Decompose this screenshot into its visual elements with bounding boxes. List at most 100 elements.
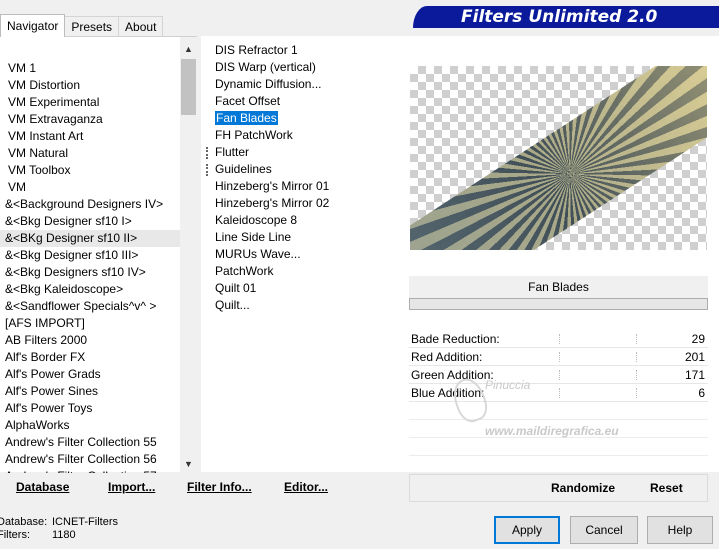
fan-blades-shading	[410, 66, 707, 250]
parameter-value: 6	[698, 386, 705, 400]
category-item[interactable]: Alf's Power Toys	[0, 400, 180, 417]
filter-item-label: Facet Offset	[215, 94, 281, 108]
reset-button[interactable]: Reset	[650, 481, 683, 495]
category-item[interactable]: VM Instant Art	[0, 128, 180, 145]
filter-item[interactable]: Hinzeberg's Mirror 01	[201, 178, 403, 195]
category-item[interactable]: Alf's Power Sines	[0, 383, 180, 400]
filter-item[interactable]: Facet Offset	[201, 93, 403, 110]
filter-item-label: Quilt 01	[215, 281, 257, 295]
app-banner: Filters Unlimited 2.0	[413, 6, 719, 28]
filter-item[interactable]: Quilt 01	[201, 280, 403, 297]
filter-item[interactable]: PatchWork	[201, 263, 403, 280]
watermark-name: Pinuccia	[485, 378, 531, 392]
tab-presets[interactable]: Presets	[64, 16, 120, 36]
filters-unlimited-window: Navigator Presets About Filters Unlimite…	[0, 0, 719, 549]
filter-item-label: PatchWork	[215, 264, 274, 278]
category-item[interactable]: &<Bkg Designer sf10 I>	[0, 213, 180, 230]
filter-progress-bar	[409, 298, 708, 310]
database-label: Database:	[0, 516, 48, 528]
category-item[interactable]: Andrew's Filter Collection 56	[0, 451, 180, 468]
apply-button[interactable]: Apply	[494, 516, 560, 544]
slider-tick	[636, 352, 637, 362]
empty-parameter-row	[409, 456, 708, 474]
parameter-row[interactable]: Red Addition: 201	[409, 348, 708, 366]
parameter-list: Bade Reduction: 29 Red Addition: 201 Green A…	[409, 330, 708, 474]
parameter-value: 29	[691, 332, 705, 346]
category-item[interactable]: &<Sandflower Specials^v^ >	[0, 298, 180, 315]
category-item[interactable]: VM Toolbox	[0, 162, 180, 179]
filters-label: Filters:	[0, 529, 30, 541]
filter-item[interactable]: Line Side Line	[201, 229, 403, 246]
category-item[interactable]: VM 1	[0, 60, 180, 77]
parameter-value: 201	[684, 350, 705, 364]
parameter-label: Green Addition:	[411, 368, 494, 382]
category-item[interactable]: &<Background Designers IV>	[0, 196, 180, 213]
editor-button[interactable]: Editor...	[284, 480, 328, 494]
category-item[interactable]: &<Bkg Designers sf10 IV>	[0, 264, 180, 281]
category-item[interactable]: VM Distortion	[0, 77, 180, 94]
filter-item-label: Dynamic Diffusion...	[215, 77, 322, 91]
filter-info-button[interactable]: Filter Info...	[187, 480, 252, 494]
parameter-row[interactable]: Green Addition: 171	[409, 366, 708, 384]
category-item[interactable]: VM Extravaganza	[0, 111, 180, 128]
category-list[interactable]: VM 1 VM Distortion VM Experimental VM Extra…	[0, 37, 180, 473]
filter-item-label: DIS Warp (vertical)	[215, 60, 316, 74]
category-item[interactable]: Andrew's Filter Collection 55	[0, 434, 180, 451]
tab-about[interactable]: About	[118, 16, 164, 36]
help-button[interactable]: Help	[647, 516, 713, 544]
category-item[interactable]: AB Filters 2000	[0, 332, 180, 349]
randomize-button[interactable]: Randomize	[551, 481, 615, 495]
slider-tick	[636, 388, 637, 398]
filter-item[interactable]: Hinzeberg's Mirror 02	[201, 195, 403, 212]
category-item[interactable]: [AFS IMPORT]	[0, 315, 180, 332]
category-item[interactable]: AlphaWorks	[0, 417, 180, 434]
filter-list[interactable]: DIS Refractor 1 DIS Warp (vertical) Dynami…	[201, 36, 403, 472]
filter-item-label: FH PatchWork	[215, 128, 293, 142]
filter-item[interactable]: Dynamic Diffusion...	[201, 76, 403, 93]
category-item[interactable]: VM	[0, 179, 180, 196]
cancel-button[interactable]: Cancel	[570, 516, 638, 544]
database-button[interactable]: Database	[16, 480, 69, 494]
category-item[interactable]: &<Bkg Designer sf10 III>	[0, 247, 180, 264]
category-item[interactable]: &<BKg Designer sf10 II>	[0, 230, 180, 247]
filter-item[interactable]: Guidelines	[201, 161, 403, 178]
preview-image	[410, 66, 707, 250]
filter-item[interactable]: Fan Blades	[201, 110, 403, 127]
filter-item[interactable]: Kaleidoscope 8	[201, 212, 403, 229]
category-scrollbar[interactable]: ▲ ▼	[180, 37, 197, 473]
filter-name-label: Fan Blades	[409, 276, 708, 298]
category-panel: VM 1 VM Distortion VM Experimental VM Extra…	[0, 36, 197, 473]
scroll-up-icon[interactable]: ▲	[180, 41, 197, 58]
scroll-thumb[interactable]	[181, 59, 196, 115]
scroll-down-icon[interactable]: ▼	[180, 456, 197, 473]
filter-item-label: MURUs Wave...	[215, 247, 301, 261]
filter-item-label: Flutter	[215, 145, 250, 159]
filter-item[interactable]: FH PatchWork	[201, 127, 403, 144]
left-button-bar: Database Import... Filter Info... Editor…	[0, 474, 403, 502]
database-value: ICNET-Filters	[52, 516, 118, 528]
filter-item-label: Hinzeberg's Mirror 01	[215, 179, 330, 193]
filter-item-label: DIS Refractor 1	[215, 43, 298, 57]
filters-count: 1180	[52, 529, 76, 541]
filter-item[interactable]: Flutter	[201, 144, 403, 161]
grip-icon	[206, 147, 211, 159]
parameter-row[interactable]: Bade Reduction: 29	[409, 330, 708, 348]
filter-item-label: Line Side Line	[215, 230, 292, 244]
slider-tick	[559, 352, 560, 362]
import-button[interactable]: Import...	[108, 480, 155, 494]
parameter-label: Red Addition:	[411, 350, 483, 364]
category-item[interactable]: Andrew's Filter Collection 57	[0, 468, 180, 473]
category-item[interactable]: Alf's Border FX	[0, 349, 180, 366]
slider-tick	[636, 370, 637, 380]
filter-item[interactable]: DIS Refractor 1	[201, 42, 403, 59]
category-item[interactable]: VM Experimental	[0, 94, 180, 111]
tab-navigator[interactable]: Navigator	[0, 14, 66, 37]
filter-item-label: Quilt...	[215, 298, 250, 312]
category-item[interactable]: &<Bkg Kaleidoscope>	[0, 281, 180, 298]
slider-tick	[636, 334, 637, 344]
filter-item[interactable]: DIS Warp (vertical)	[201, 59, 403, 76]
category-item[interactable]: Alf's Power Grads	[0, 366, 180, 383]
category-item[interactable]: VM Natural	[0, 145, 180, 162]
filter-item[interactable]: Quilt...	[201, 297, 403, 314]
filter-item[interactable]: MURUs Wave...	[201, 246, 403, 263]
